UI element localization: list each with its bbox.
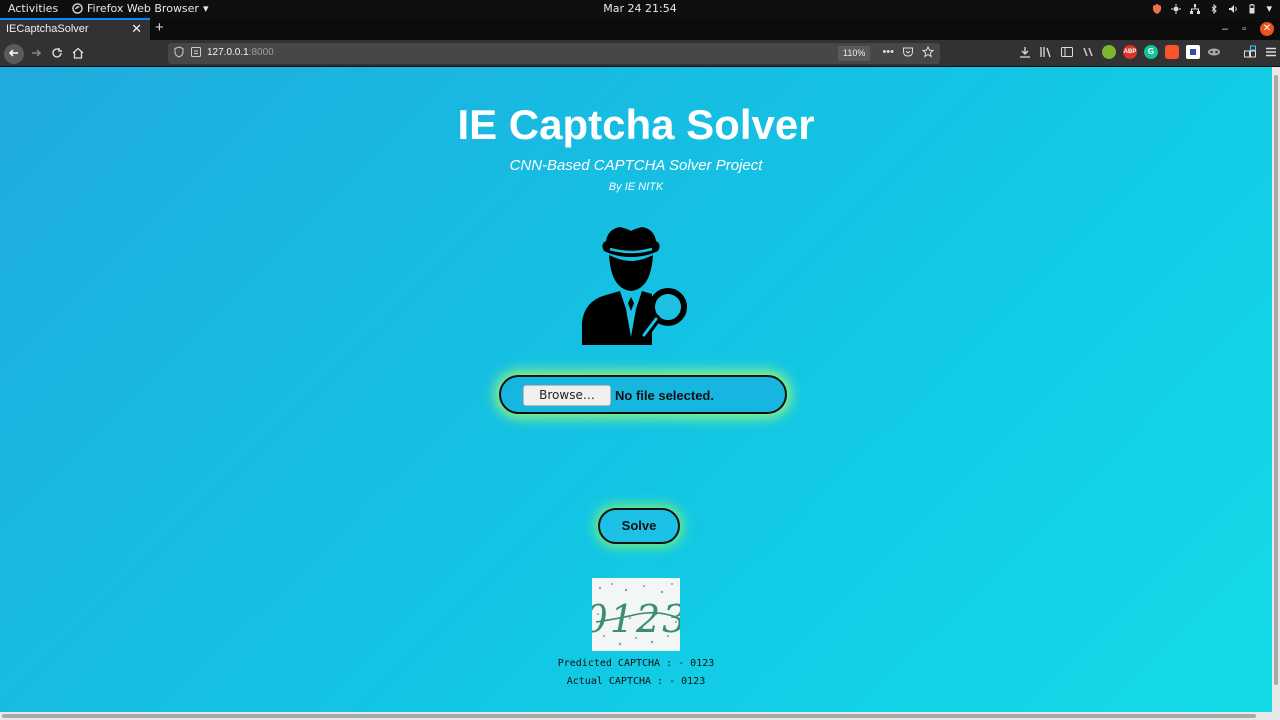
system-top-bar: Activities Firefox Web Browser ▾ Mar 24 …: [0, 0, 1280, 18]
page-subtitle: CNN-Based CAPTCHA Solver Project: [509, 157, 763, 174]
page-info-icon[interactable]: [190, 46, 202, 58]
new-tab-button[interactable]: +: [155, 19, 164, 36]
scrollbar-thumb[interactable]: [1274, 75, 1278, 685]
bookmark-star-icon[interactable]: [922, 46, 934, 58]
extension-green-icon[interactable]: [1102, 45, 1116, 59]
page-title: IE Captcha Solver: [457, 101, 815, 148]
window-controls: – ▫ ✕: [1222, 18, 1280, 40]
reload-icon: [52, 48, 62, 58]
page-actions-button[interactable]: •••: [882, 46, 894, 58]
browse-button[interactable]: Browse…: [523, 385, 611, 406]
library-icon[interactable]: [1039, 45, 1053, 59]
minimize-button[interactable]: –: [1222, 23, 1228, 35]
chevron-down-icon[interactable]: ▾: [1266, 2, 1272, 15]
nav-toolbar: 127.0.0.1:8000 110% ••• ABP G: [0, 40, 1280, 67]
download-icon[interactable]: [1018, 45, 1032, 59]
tab-strip: IECaptchaSolver ✕ + – ▫ ✕: [0, 18, 1280, 40]
activities-button[interactable]: Activities: [8, 2, 58, 15]
scrollbar-thumb[interactable]: [2, 714, 1256, 718]
url-port: :8000: [248, 47, 274, 58]
extensions-icon[interactable]: [1243, 45, 1257, 59]
adblock-plus-icon[interactable]: ABP: [1123, 45, 1137, 59]
url-host: 127.0.0.1: [207, 47, 249, 58]
chevron-down-icon: ▾: [202, 2, 209, 15]
url-bar[interactable]: 127.0.0.1:8000 110% •••: [168, 43, 940, 64]
captcha-text: 0123: [592, 597, 680, 641]
bluetooth-icon[interactable]: [1209, 3, 1219, 14]
file-upload-pill: Browse… No file selected.: [499, 375, 787, 414]
close-icon[interactable]: ✕: [131, 21, 142, 37]
horizontal-scrollbar[interactable]: [0, 712, 1280, 720]
solve-button[interactable]: Solve: [598, 508, 680, 544]
predicted-captcha: Predicted CAPTCHA : - 0123: [557, 658, 715, 669]
captcha-image: 0123: [592, 578, 680, 651]
grammarly-icon[interactable]: G: [1144, 45, 1158, 59]
actual-captcha: Actual CAPTCHA : - 0123: [566, 676, 706, 687]
hamburger-menu-icon[interactable]: [1264, 45, 1278, 59]
brave-icon[interactable]: [1165, 45, 1179, 59]
ublock-icon[interactable]: [1081, 45, 1095, 59]
page-byline: By IE NITK: [608, 181, 664, 193]
mask-icon[interactable]: [1207, 45, 1221, 59]
window-close-button[interactable]: ✕: [1260, 22, 1274, 36]
home-button[interactable]: [68, 44, 88, 64]
app-menu[interactable]: Firefox Web Browser ▾: [72, 2, 209, 15]
network-icon[interactable]: [1190, 3, 1201, 14]
arrow-right-icon: [32, 49, 42, 57]
file-status: No file selected.: [615, 388, 714, 403]
url-text[interactable]: 127.0.0.1:8000: [207, 47, 274, 58]
battery-icon[interactable]: [1247, 3, 1257, 14]
zoom-indicator[interactable]: 110%: [838, 46, 871, 61]
forward-button[interactable]: [26, 44, 46, 64]
pocket-icon[interactable]: [902, 46, 914, 58]
home-icon: [72, 47, 84, 59]
tab-iecaptchasolver[interactable]: IECaptchaSolver ✕: [0, 18, 150, 40]
shield-icon[interactable]: [1152, 3, 1162, 14]
back-button[interactable]: [4, 44, 24, 64]
tab-title: IECaptchaSolver: [6, 23, 89, 35]
extension-flag-icon[interactable]: [1186, 45, 1200, 59]
vertical-scrollbar[interactable]: [1272, 67, 1280, 712]
page-content: IE Captcha Solver CNN-Based CAPTCHA Solv…: [0, 67, 1272, 712]
system-tray[interactable]: ▾: [1152, 2, 1272, 15]
restore-button[interactable]: ▫: [1242, 23, 1246, 35]
arrow-left-icon: [8, 49, 18, 57]
reload-button[interactable]: [47, 44, 67, 64]
firefox-icon: [72, 3, 83, 14]
clock[interactable]: Mar 24 21:54: [603, 2, 676, 15]
tracking-shield-icon[interactable]: [174, 46, 184, 58]
volume-icon[interactable]: [1228, 4, 1238, 14]
toolbar-icons: ABP G: [1018, 45, 1278, 59]
app-name: Firefox Web Browser: [87, 2, 199, 15]
brightness-icon[interactable]: [1171, 3, 1182, 14]
detective-icon: [582, 227, 687, 345]
sidebar-icon[interactable]: [1060, 45, 1074, 59]
